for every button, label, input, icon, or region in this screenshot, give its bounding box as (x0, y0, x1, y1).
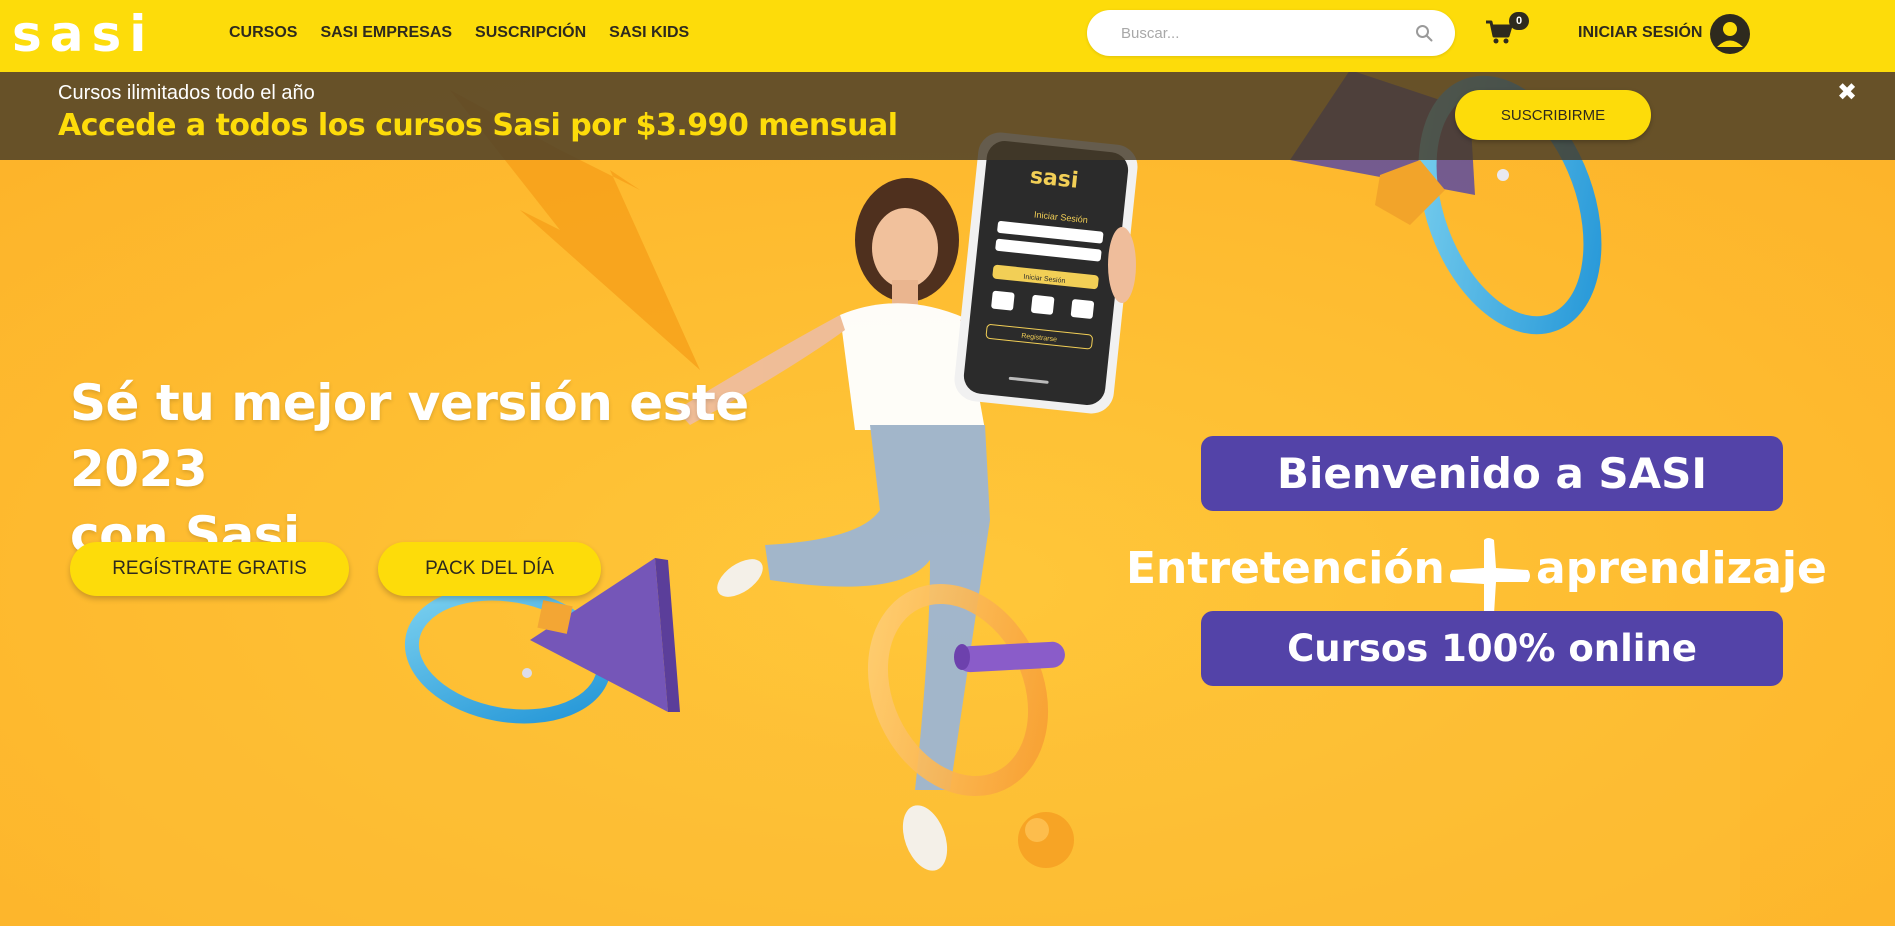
search-input[interactable] (1121, 22, 1401, 44)
sasi-logo[interactable]: sasi (12, 8, 154, 60)
nav-sasi-empresas[interactable]: SASI EMPRESAS (320, 24, 452, 42)
promo-banner: Cursos ilimitados todo el año Accede a t… (0, 72, 1895, 160)
hero-title-line-1: Sé tu mejor versión este 2023 (70, 374, 749, 498)
close-icon[interactable]: ✖ (1835, 80, 1859, 104)
promo-subtitle: Cursos ilimitados todo el año (58, 82, 315, 104)
tagline-entretencion: Entretención (1126, 543, 1445, 594)
phone-mockup: sasi Iniciar Sesión Iniciar Sesión Regis… (954, 132, 1138, 414)
svg-text:sasi: sasi (1029, 164, 1080, 194)
online-courses-banner: Cursos 100% online (1201, 611, 1783, 686)
search-box (1087, 10, 1455, 56)
tagline: Entretención aprendizaje (1126, 534, 1866, 616)
orange-ball-decoration (1018, 812, 1074, 868)
nav-suscripcion[interactable]: SUSCRIPCIÓN (475, 24, 586, 42)
plus-icon (1450, 538, 1530, 616)
welcome-banner: Bienvenido a SASI (1201, 436, 1783, 511)
cart-count-badge: 0 (1509, 12, 1529, 30)
hero-title: Sé tu mejor versión este 2023 con Sasi (70, 370, 890, 568)
top-navigation-bar: sasi CURSOS SASI EMPRESAS SUSCRIPCIÓN SA… (0, 0, 1895, 72)
promo-title: Accede a todos los cursos Sasi por $3.99… (58, 108, 898, 143)
nav-cursos[interactable]: CURSOS (229, 24, 297, 42)
register-free-button[interactable]: REGÍSTRATE GRATIS (70, 542, 349, 596)
pack-del-dia-button[interactable]: PACK DEL DÍA (378, 542, 601, 596)
nav-sasi-kids[interactable]: SASI KIDS (609, 24, 689, 42)
login-link[interactable]: INICIAR SESIÓN (1578, 24, 1702, 42)
search-icon[interactable] (1415, 24, 1433, 42)
subscribe-button[interactable]: SUSCRIBIRME (1455, 90, 1651, 140)
tagline-aprendizaje: aprendizaje (1536, 543, 1827, 594)
user-avatar-icon[interactable] (1710, 14, 1750, 54)
main-nav: CURSOS SASI EMPRESAS SUSCRIPCIÓN SASI KI… (229, 24, 689, 42)
